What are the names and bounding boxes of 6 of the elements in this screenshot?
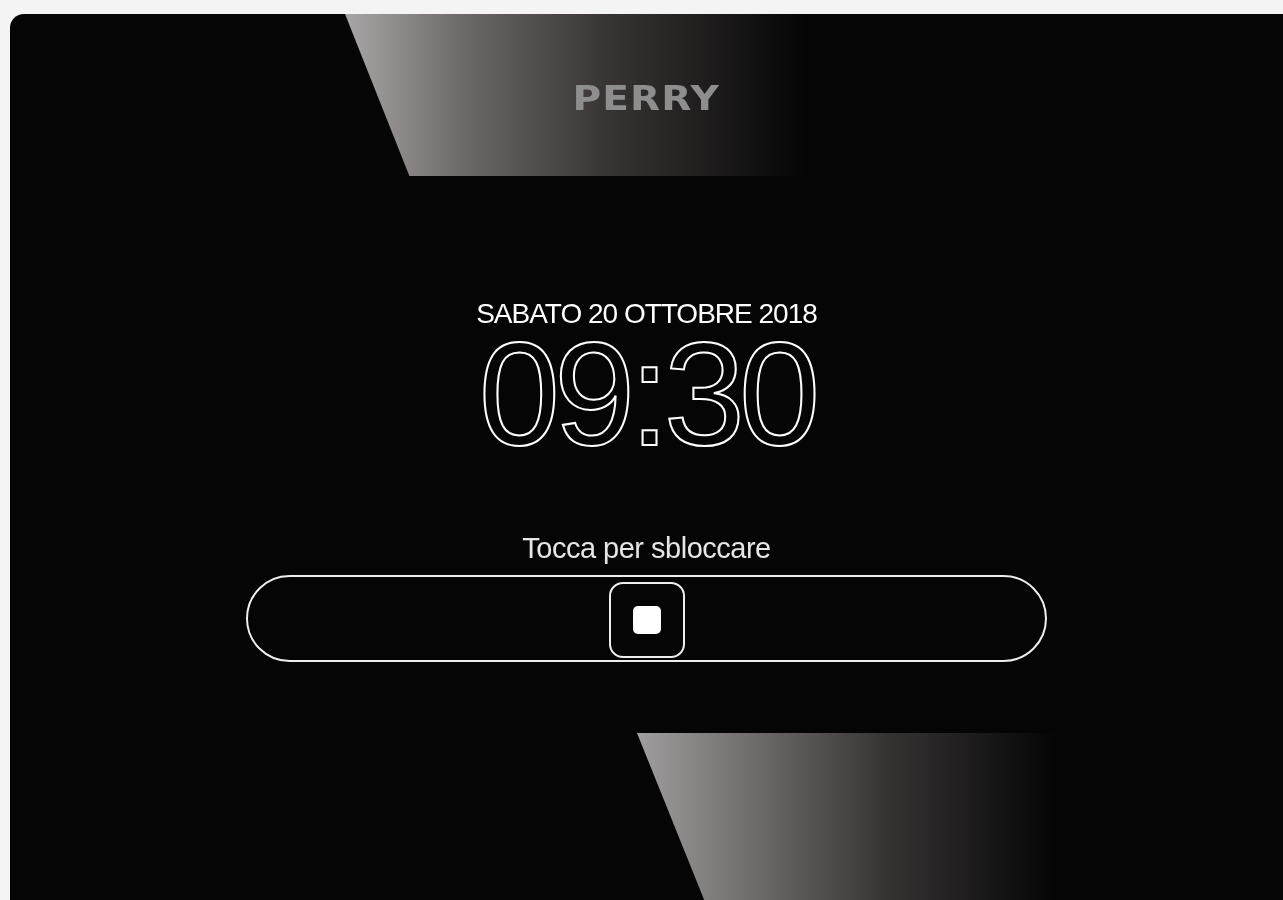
brand-logo: PERRY <box>572 78 721 118</box>
slider-handle-icon[interactable] <box>608 582 685 658</box>
unlock-slider[interactable] <box>246 575 1047 662</box>
unlock-hint: Tocca per sbloccare <box>522 532 771 565</box>
date-text: SABATO 20 OTTOBRE 2018 <box>476 298 817 330</box>
clock-time: 09:30 <box>478 330 815 460</box>
